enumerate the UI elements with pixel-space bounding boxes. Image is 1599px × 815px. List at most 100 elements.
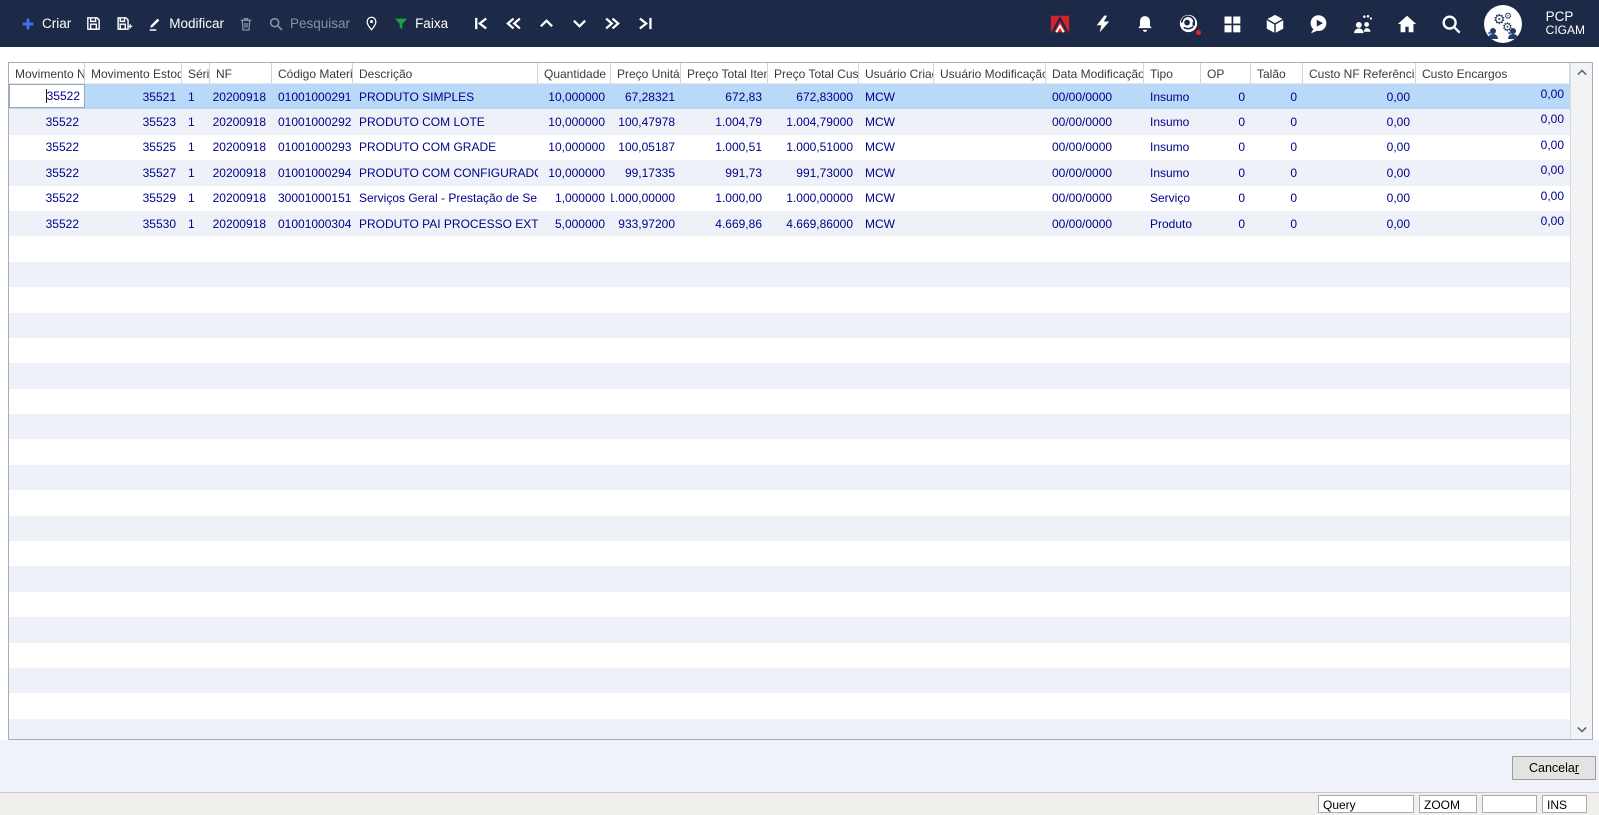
modules-box-icon[interactable] xyxy=(1264,13,1286,35)
create-button[interactable]: Criar xyxy=(20,16,71,32)
quick-actions-icon[interactable] xyxy=(1093,13,1113,35)
column-header-descri-o[interactable]: Descrição xyxy=(353,63,538,83)
column-header-nf[interactable]: NF xyxy=(210,63,272,83)
table-row[interactable]: 35522 35530 1 20200918 01001000304 PRODUTO PA… xyxy=(9,210,1570,237)
table-cell: Insumo xyxy=(1150,115,1190,130)
status-query: Query xyxy=(1318,795,1414,813)
table-cell: Insumo xyxy=(1150,140,1190,155)
table-cell: 20200918 xyxy=(212,140,266,155)
table-row[interactable]: 35522 35521 1 20200918 01001000291 PRODUTO SI… xyxy=(9,84,1570,110)
table-cell: 0,00 xyxy=(1540,112,1564,127)
table-cell: 0,00 xyxy=(1386,89,1410,104)
cancel-button[interactable]: Cancela r xyxy=(1512,756,1596,780)
cigam-logo-icon[interactable] xyxy=(1049,13,1071,35)
apps-grid-icon[interactable] xyxy=(1222,14,1242,34)
table-row[interactable]: 35522 35523 1 20200918 01001000292 PRODUTO CO… xyxy=(9,109,1570,135)
empty-row xyxy=(9,667,1570,694)
empty-row xyxy=(9,490,1570,516)
search-records-button[interactable]: Pesquisar xyxy=(268,16,350,32)
table-cell: 1 xyxy=(188,165,195,180)
table-row[interactable]: 35522 35529 1 20200918 30001000151 Serviços G… xyxy=(9,185,1570,211)
home-icon[interactable] xyxy=(1396,13,1418,35)
notifications-bell-icon[interactable] xyxy=(1135,13,1155,35)
edit-value: 35522 xyxy=(46,89,80,104)
column-header-pre-o-total-item[interactable]: Preço Total Item xyxy=(681,63,768,83)
empty-row xyxy=(9,642,1570,668)
column-header-custo-nf-refer-ncia[interactable]: Custo NF Referência xyxy=(1303,63,1416,83)
table-cell: 35523 xyxy=(142,115,176,130)
inline-edit-input[interactable]: 35522 xyxy=(9,84,85,109)
user-avatar[interactable]: ⚙ ⚙ ⚙ xyxy=(1483,4,1522,43)
column-header-pre-o-total-custo[interactable]: Preço Total Custo xyxy=(768,63,859,83)
table-cell: 20200918 xyxy=(212,115,266,130)
locate-button[interactable] xyxy=(364,15,379,32)
table-row[interactable]: 35522 35527 1 20200918 01001000294 PRODUTO CO… xyxy=(9,160,1570,186)
main-toolbar: Criar Modificar Pesquisar Faixa ⚙ ⚙ ⚙ PC… xyxy=(0,0,1599,47)
empty-row xyxy=(9,617,1570,643)
move-up-icon[interactable] xyxy=(538,15,555,32)
table-cell: Serviço xyxy=(1150,191,1191,206)
table-cell: 10,000000 xyxy=(548,140,605,155)
column-header-usu-rio-modifica-o[interactable]: Usuário Modificação xyxy=(934,63,1046,83)
next-record-icon[interactable] xyxy=(604,15,621,32)
table-cell: 1.000,51 xyxy=(715,140,762,155)
table-cell: MCW xyxy=(865,165,895,180)
table-cell: 35522 xyxy=(45,216,79,231)
previous-record-icon[interactable] xyxy=(505,15,522,32)
table-cell: 991,73000 xyxy=(796,165,853,180)
location-pin-icon xyxy=(364,15,379,32)
column-header-op[interactable]: OP xyxy=(1201,63,1251,83)
status-zoom: ZOOM xyxy=(1419,795,1477,813)
column-header-s-rie[interactable]: Série xyxy=(182,63,210,83)
empty-row xyxy=(9,236,1570,262)
save-button[interactable] xyxy=(85,15,102,32)
toolbar-left-group: Criar Modificar Pesquisar Faixa xyxy=(0,15,654,32)
table-cell: PRODUTO COM GRADE xyxy=(359,140,497,155)
global-search-icon[interactable] xyxy=(1440,13,1462,35)
table-cell: 10,000000 xyxy=(548,89,605,104)
messages-icon[interactable] xyxy=(1308,13,1329,35)
range-filter-label: Faixa xyxy=(415,16,449,31)
move-down-icon[interactable] xyxy=(571,15,588,32)
support-headset-icon[interactable] xyxy=(1177,12,1203,37)
community-icon[interactable] xyxy=(1351,13,1374,35)
delete-button[interactable] xyxy=(238,16,254,32)
grid-header-row: Movimento NFMovimento EstoqueSérieNFCódi… xyxy=(9,63,1570,84)
table-cell: 35522 xyxy=(45,140,79,155)
column-header-quantidade[interactable]: Quantidade xyxy=(538,63,611,83)
table-cell: 0 xyxy=(1238,216,1245,231)
records-grid: Movimento NFMovimento EstoqueSérieNFCódi… xyxy=(8,62,1593,740)
table-cell: 1 xyxy=(188,140,195,155)
column-header-tal-o[interactable]: Talão xyxy=(1251,63,1303,83)
first-record-icon[interactable] xyxy=(472,15,489,32)
range-filter-button[interactable]: Faixa xyxy=(393,16,448,32)
table-cell: Produto xyxy=(1150,216,1193,231)
empty-row xyxy=(9,388,1570,415)
modify-button[interactable]: Modificar xyxy=(147,16,224,32)
table-cell: 0 xyxy=(1238,191,1245,206)
scroll-up-icon[interactable] xyxy=(1571,63,1592,82)
column-header-data-modifica-o[interactable]: Data Modificação xyxy=(1046,63,1144,83)
table-cell: 0,00 xyxy=(1540,87,1564,101)
column-header-custo-encargos[interactable]: Custo Encargos xyxy=(1416,63,1570,83)
table-cell: 35522 xyxy=(9,84,85,109)
column-header-movimento-nf[interactable]: Movimento NF xyxy=(9,63,85,83)
column-header-usu-rio-cria-o[interactable]: Usuário Criação xyxy=(859,63,934,83)
table-cell: 1,000000 xyxy=(554,191,605,206)
table-cell: 20200918 xyxy=(212,165,266,180)
vertical-scrollbar[interactable] xyxy=(1570,63,1592,739)
scroll-down-icon[interactable] xyxy=(1571,720,1592,739)
table-cell: 01001000292 xyxy=(278,115,352,130)
last-record-icon[interactable] xyxy=(637,15,654,32)
create-label: Criar xyxy=(42,16,72,31)
empty-row xyxy=(9,414,1570,440)
save-new-button[interactable] xyxy=(116,15,133,32)
table-row[interactable]: 35522 35525 1 20200918 01001000293 PRODUTO CO… xyxy=(9,134,1570,161)
table-cell xyxy=(934,186,1046,211)
column-header-movimento-estoque[interactable]: Movimento Estoque xyxy=(85,63,182,83)
table-cell: 35522 xyxy=(45,165,79,180)
column-header-c-digo-material[interactable]: Código Material xyxy=(272,63,353,83)
column-header-tipo[interactable]: Tipo xyxy=(1144,63,1201,83)
column-header-pre-o-unit-rio[interactable]: Preço Unitário xyxy=(611,63,681,83)
table-cell: 10,000000 xyxy=(548,115,605,130)
